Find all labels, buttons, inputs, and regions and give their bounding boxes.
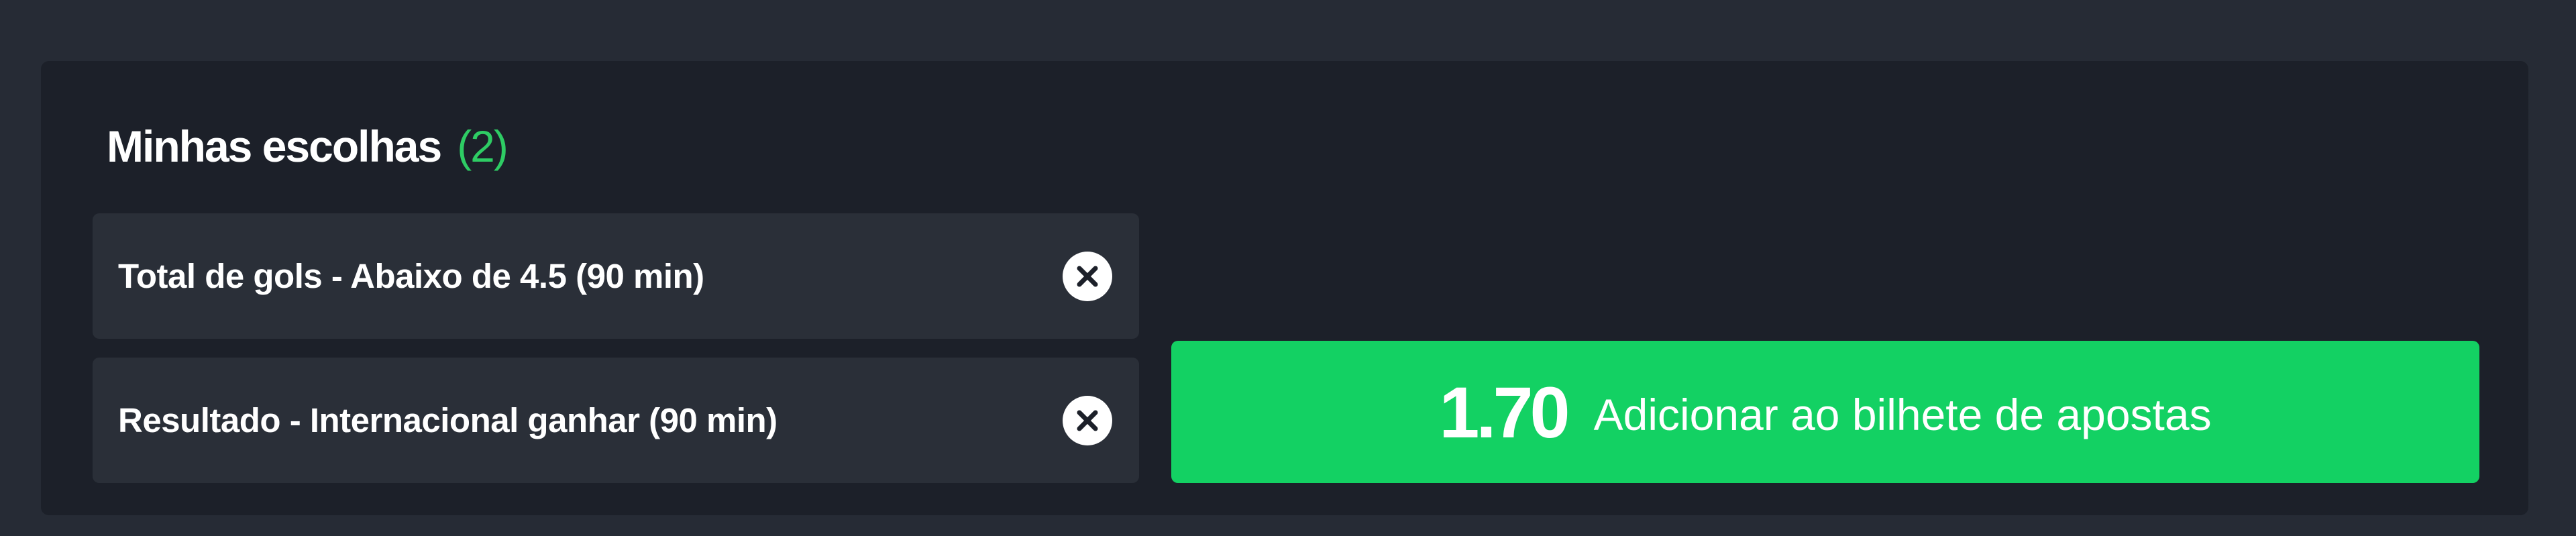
- selection-item: Total de gols - Abaixo de 4.5 (90 min): [93, 213, 1139, 339]
- add-to-betslip-button[interactable]: 1.70 Adicionar ao bilhete de apostas: [1171, 341, 2479, 483]
- selection-label: Total de gols - Abaixo de 4.5 (90 min): [118, 257, 704, 295]
- close-circle-icon: [1063, 251, 1112, 301]
- selection-item: Resultado - Internacional ganhar (90 min…: [93, 358, 1139, 483]
- remove-selection-button[interactable]: [1063, 251, 1112, 301]
- panel-title: Minhas escolhas (2): [107, 113, 508, 180]
- selection-count: (2): [457, 121, 508, 171]
- add-to-betslip-label: Adicionar ao bilhete de apostas: [1593, 390, 2212, 439]
- combined-odds: 1.70: [1439, 371, 1570, 453]
- selection-label: Resultado - Internacional ganhar (90 min…: [118, 401, 777, 439]
- close-circle-icon: [1063, 395, 1112, 445]
- panel-title-text: Minhas escolhas: [107, 121, 442, 171]
- remove-selection-button[interactable]: [1063, 395, 1112, 445]
